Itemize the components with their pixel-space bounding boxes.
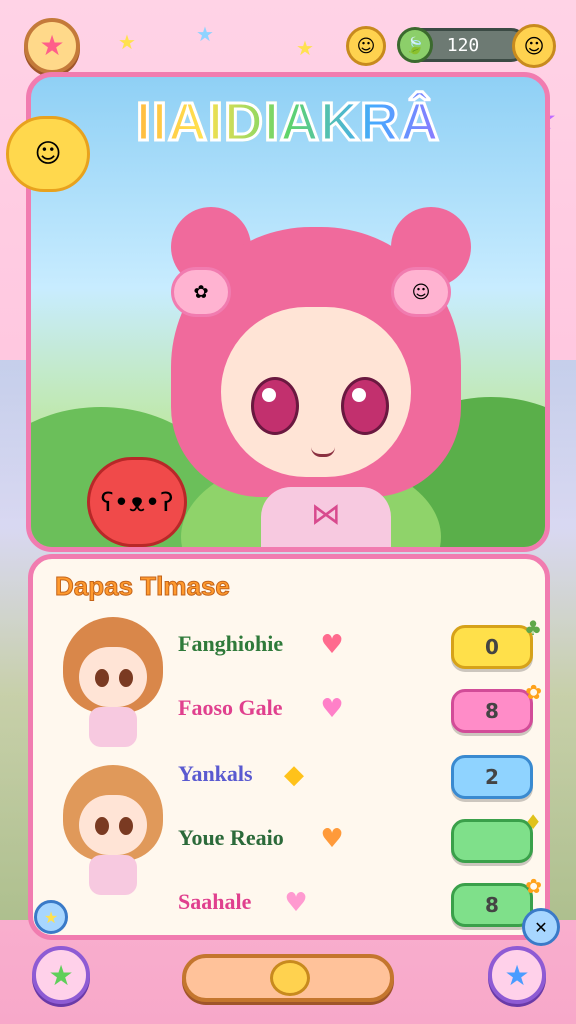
leaf-icon: ♦ bbox=[524, 810, 542, 834]
flower-icon: ✿ bbox=[525, 874, 542, 898]
claim-button[interactable]: 8 ✿ bbox=[451, 680, 542, 733]
heart-icon: ♥ bbox=[320, 824, 344, 854]
heart-icon: ♥ bbox=[320, 694, 344, 724]
list-item-name: Youe Reaio bbox=[178, 825, 284, 850]
claim-button[interactable]: 2 bbox=[451, 755, 533, 799]
list-item[interactable]: Faoso Gale ♥ 8 ✿ bbox=[33, 679, 545, 743]
currency-value: 120 bbox=[446, 34, 480, 56]
pill-value: 0 bbox=[485, 635, 499, 659]
center-action-button[interactable] bbox=[182, 954, 394, 1002]
top-bar: ★ ☺ 🍃 120 ☺ bbox=[0, 0, 576, 80]
coin-face-icon[interactable]: ☺ bbox=[346, 26, 386, 66]
currency-counter: 🍃 120 bbox=[397, 27, 528, 63]
right-star-button[interactable]: ★ bbox=[488, 946, 546, 1004]
hero-card: IIAIDIAKRÂ ✿ ☺ ⋈ ʕ•ᴥ•ʔ bbox=[26, 72, 550, 552]
game-title: IIAIDIAKRÂ bbox=[31, 91, 545, 154]
star-icon: ★ bbox=[43, 907, 59, 927]
character-eye bbox=[341, 377, 389, 435]
leaf-icon: ♣ bbox=[524, 616, 542, 640]
coin-face-icon[interactable]: ☺ bbox=[512, 24, 556, 68]
claim-button[interactable]: ♦ bbox=[451, 810, 542, 863]
main-character[interactable]: ✿ ☺ ⋈ bbox=[151, 197, 481, 547]
heart-icon: ♥ bbox=[284, 888, 308, 918]
character-list-panel: Dapas Tlmase Fanghiohie ♥ 0 ♣ Faoso Gale… bbox=[28, 554, 550, 940]
bow-icon: ⋈ bbox=[311, 497, 341, 532]
pill-value: 8 bbox=[485, 893, 499, 917]
list-item[interactable]: Fanghiohie ♥ 0 ♣ bbox=[33, 615, 545, 679]
list-item[interactable]: Saahale ♥ 8 ✿ bbox=[33, 873, 545, 935]
star-icon: ★ bbox=[39, 29, 65, 62]
cloud-clip-icon: ☺ bbox=[391, 267, 451, 317]
list-item-name: Saahale bbox=[178, 889, 252, 914]
list-item-name: Yankals bbox=[178, 761, 253, 786]
star-icon: ★ bbox=[504, 958, 530, 992]
star-icon: ★ bbox=[48, 958, 74, 992]
list-item-name: Faoso Gale bbox=[178, 695, 283, 720]
bottom-bar: ★ ★ bbox=[0, 940, 576, 1024]
list-item[interactable]: Youe Reaio ♥ ♦ bbox=[33, 809, 545, 873]
heart-icon: ♥ bbox=[320, 630, 344, 660]
leaf-icon: 🍃 bbox=[397, 27, 433, 63]
list-item[interactable]: Yankals ◆ 2 bbox=[33, 745, 545, 809]
claim-button[interactable]: 0 ♣ bbox=[451, 616, 542, 669]
favorites-button[interactable]: ★ bbox=[24, 18, 80, 74]
flower-icon: ✿ bbox=[525, 680, 542, 704]
pill-value: 2 bbox=[485, 765, 499, 789]
pill-value: 8 bbox=[485, 699, 499, 723]
coin-icon bbox=[270, 960, 310, 996]
bear-mascot-icon[interactable]: ʕ•ᴥ•ʔ bbox=[87, 457, 187, 547]
list-item-name: Fanghiohie bbox=[178, 631, 284, 656]
left-star-button[interactable]: ★ bbox=[32, 946, 90, 1004]
cookie-icon: ◆ bbox=[284, 760, 304, 790]
close-icon: ✕ bbox=[534, 917, 548, 937]
sun-cloud-icon: ☺ bbox=[6, 116, 90, 192]
character-eye bbox=[251, 377, 299, 435]
claim-button[interactable]: 8 ✿ bbox=[451, 874, 542, 927]
hair-pom-icon: ✿ bbox=[171, 267, 231, 317]
star-badge-button[interactable]: ★ bbox=[34, 900, 68, 934]
panel-title: Dapas Tlmase bbox=[55, 571, 231, 602]
